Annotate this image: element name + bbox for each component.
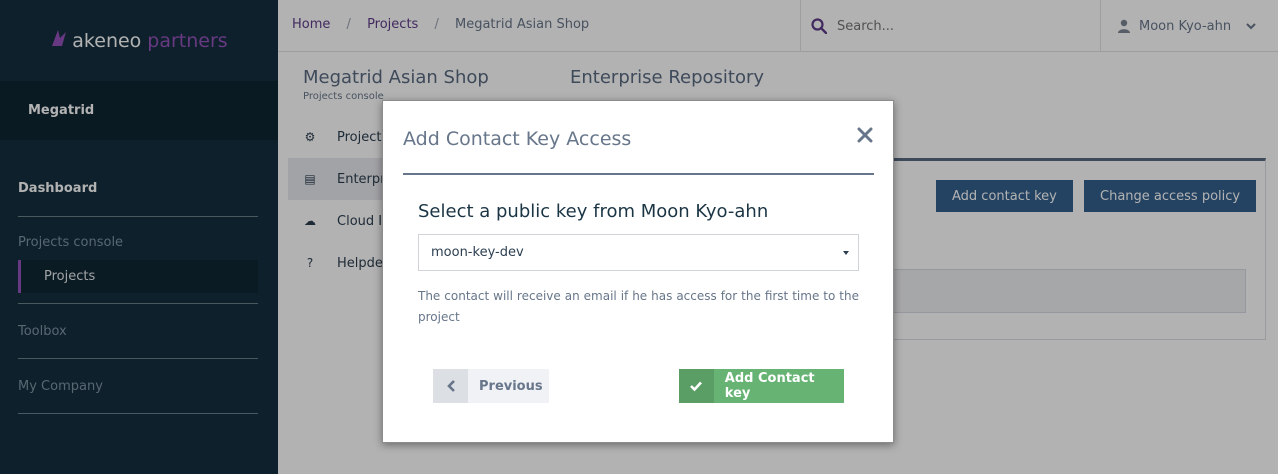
add-contact-key-submit-button[interactable]: Add Contact key (679, 369, 844, 403)
check-icon (679, 369, 714, 403)
add-contact-key-modal: Add Contact Key Access Select a public k… (382, 100, 894, 443)
selected-key-value: moon-key-dev (431, 245, 524, 260)
caret-down-icon (843, 251, 849, 255)
modal-title: Add Contact Key Access (403, 128, 632, 150)
add-contact-key-submit-label: Add Contact key (724, 371, 815, 401)
previous-button-label: Previous (479, 378, 543, 394)
public-key-select[interactable]: moon-key-dev (418, 234, 859, 271)
modal-subtitle: Select a public key from Moon Kyo-ahn (418, 201, 769, 222)
chevron-left-icon (433, 369, 468, 403)
modal-divider (403, 173, 874, 175)
previous-button[interactable]: Previous (433, 369, 549, 403)
close-icon[interactable] (857, 127, 873, 143)
modal-help-text: The contact will receive an email if he … (418, 289, 859, 324)
